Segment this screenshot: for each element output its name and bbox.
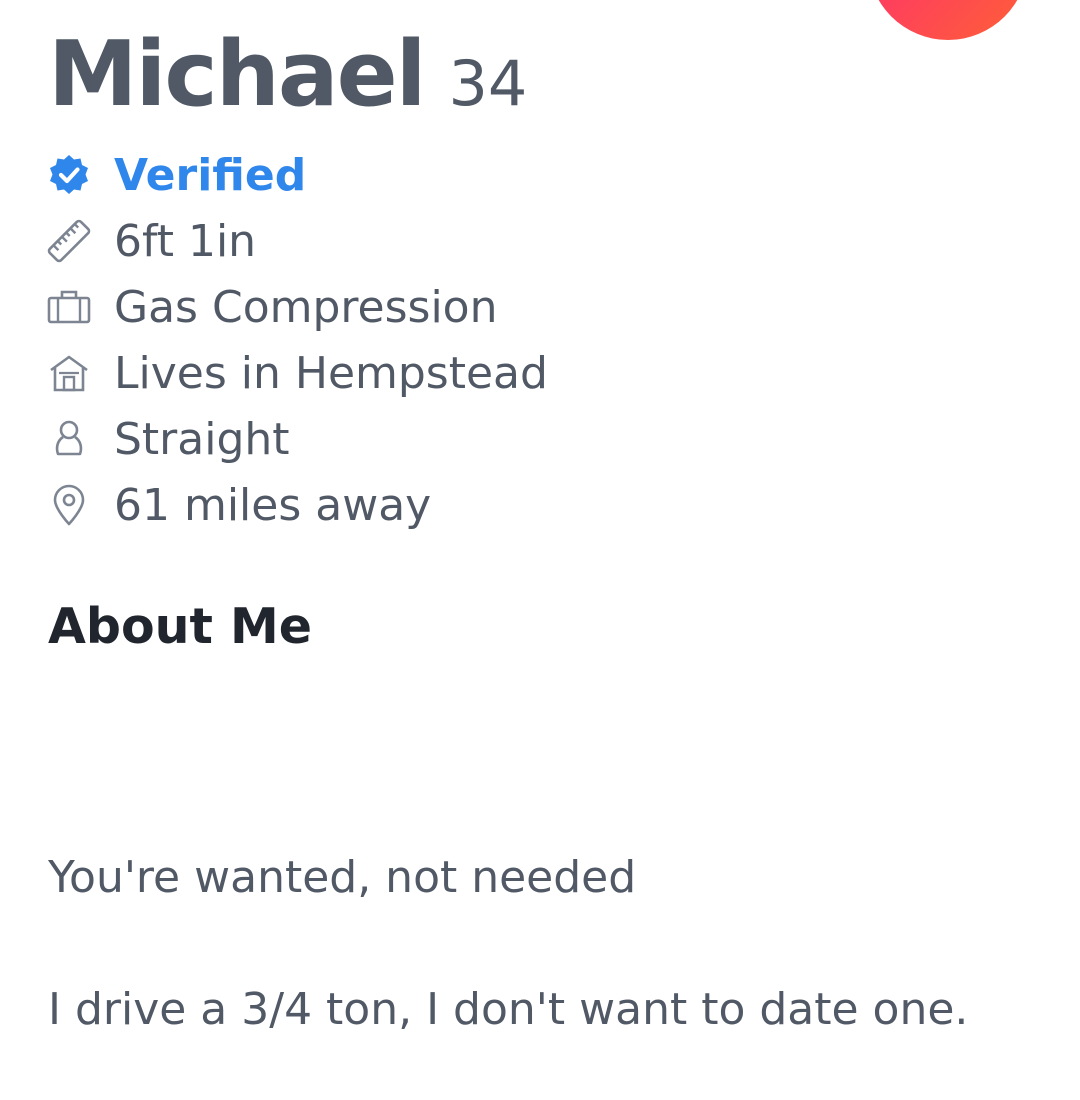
- verified-badge-icon: [46, 152, 92, 198]
- hometown-text: Lives in Hempstead: [114, 347, 548, 399]
- ruler-icon: [46, 218, 92, 264]
- verified-label: Verified: [114, 149, 307, 201]
- job-text: Gas Compression: [114, 281, 498, 333]
- distance-row: 61 miles away: [46, 474, 431, 536]
- height-text: 6ft 1in: [114, 215, 257, 267]
- distance-text: 61 miles away: [114, 479, 432, 531]
- orientation-text: Straight: [114, 413, 290, 465]
- house-icon: [46, 350, 92, 396]
- super-like-button[interactable]: [868, 0, 1028, 40]
- verified-row: Verified: [46, 144, 306, 206]
- profile-age: 34: [448, 47, 528, 120]
- job-row: Gas Compression: [46, 276, 497, 338]
- briefcase-icon: [46, 284, 92, 330]
- height-row: 6ft 1in: [46, 210, 256, 272]
- bio-line: You're wanted, not needed: [48, 852, 637, 903]
- orientation-row: Straight: [46, 408, 290, 470]
- location-row: Lives in Hempstead: [46, 342, 548, 404]
- profile-name: Michael: [48, 22, 426, 127]
- person-icon: [46, 416, 92, 462]
- bio-line: I drive a 3/4 ton, I don't want to date …: [48, 984, 969, 1035]
- profile-header: Michael 34: [48, 22, 527, 132]
- about-me-heading: About Me: [48, 598, 313, 655]
- location-pin-icon: [46, 482, 92, 528]
